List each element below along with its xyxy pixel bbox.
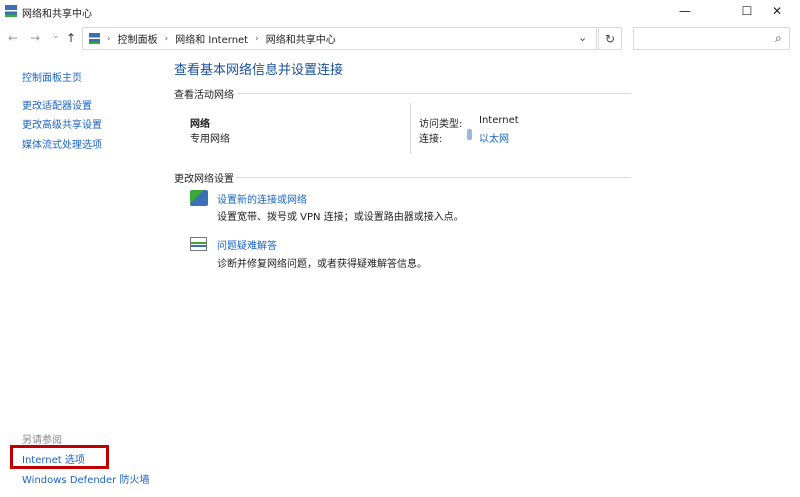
app-icon [5,5,17,17]
internet-options-link[interactable]: Internet 选项 [22,451,85,466]
minimize-button[interactable]: — [662,0,708,22]
troubleshoot-desc: 诊断并修复网络问题，或者获得疑难解答信息。 [217,259,427,270]
search-input[interactable] [633,27,790,50]
chevron-right-icon: › [107,33,111,44]
see-also-heading: 另请参阅 [22,435,62,446]
up-button[interactable]: ↑ [66,31,76,45]
change-settings-heading: 更改网络设置 [174,174,234,185]
sidebar-item-media-streaming[interactable]: 媒体流式处理选项 [22,136,102,151]
search-icon[interactable]: ⌕ [775,31,782,46]
breadcrumb-item[interactable]: 控制面板 [118,31,158,46]
chevron-right-icon: › [164,33,169,44]
troubleshoot-link[interactable]: 问题疑难解答 [217,237,277,252]
breadcrumb-item[interactable]: 网络和 Internet [175,31,248,46]
address-dropdown-icon[interactable]: ⌄ [578,31,587,44]
close-button[interactable]: ✕ [754,0,800,22]
address-bar[interactable]: › 控制面板 › 网络和 Internet › 网络和共享中心 [82,27,597,50]
ethernet-link[interactable]: 以太网 [479,130,509,145]
location-icon [89,33,100,44]
chevron-right-icon: › [255,33,259,44]
setup-connection-link[interactable]: 设置新的连接或网络 [217,191,307,206]
network-type: 专用网络 [190,134,230,145]
divider [236,177,631,178]
window-title: 网络和共享中心 [22,9,92,20]
connections-label: 连接: [419,134,443,145]
page-title: 查看基本网络信息并设置连接 [174,63,344,78]
recent-locations-button[interactable]: ⌄ [52,31,60,41]
forward-button[interactable]: → [30,31,40,45]
sidebar-item-control-panel-home[interactable]: 控制面板主页 [22,69,82,84]
setup-connection-desc: 设置宽带、拨号或 VPN 连接；或设置路由器或接入点。 [217,212,464,223]
network-name: 网络 [190,119,210,130]
firewall-link[interactable]: Windows Defender 防火墙 [22,471,149,486]
active-networks-heading: 查看活动网络 [174,90,234,101]
divider [238,93,631,94]
access-type-value: Internet [479,115,519,126]
network-setup-icon [190,190,208,206]
divider [410,103,411,154]
refresh-button[interactable]: ↻ [598,27,622,50]
sidebar-item-adapter-settings[interactable]: 更改适配器设置 [22,97,92,112]
ethernet-icon [467,129,472,140]
troubleshoot-icon [190,237,207,251]
breadcrumb-item[interactable]: 网络和共享中心 [266,31,336,46]
access-type-label: 访问类型: [419,119,463,130]
sidebar-item-advanced-sharing[interactable]: 更改高级共享设置 [22,116,102,131]
back-button[interactable]: ← [8,31,18,45]
